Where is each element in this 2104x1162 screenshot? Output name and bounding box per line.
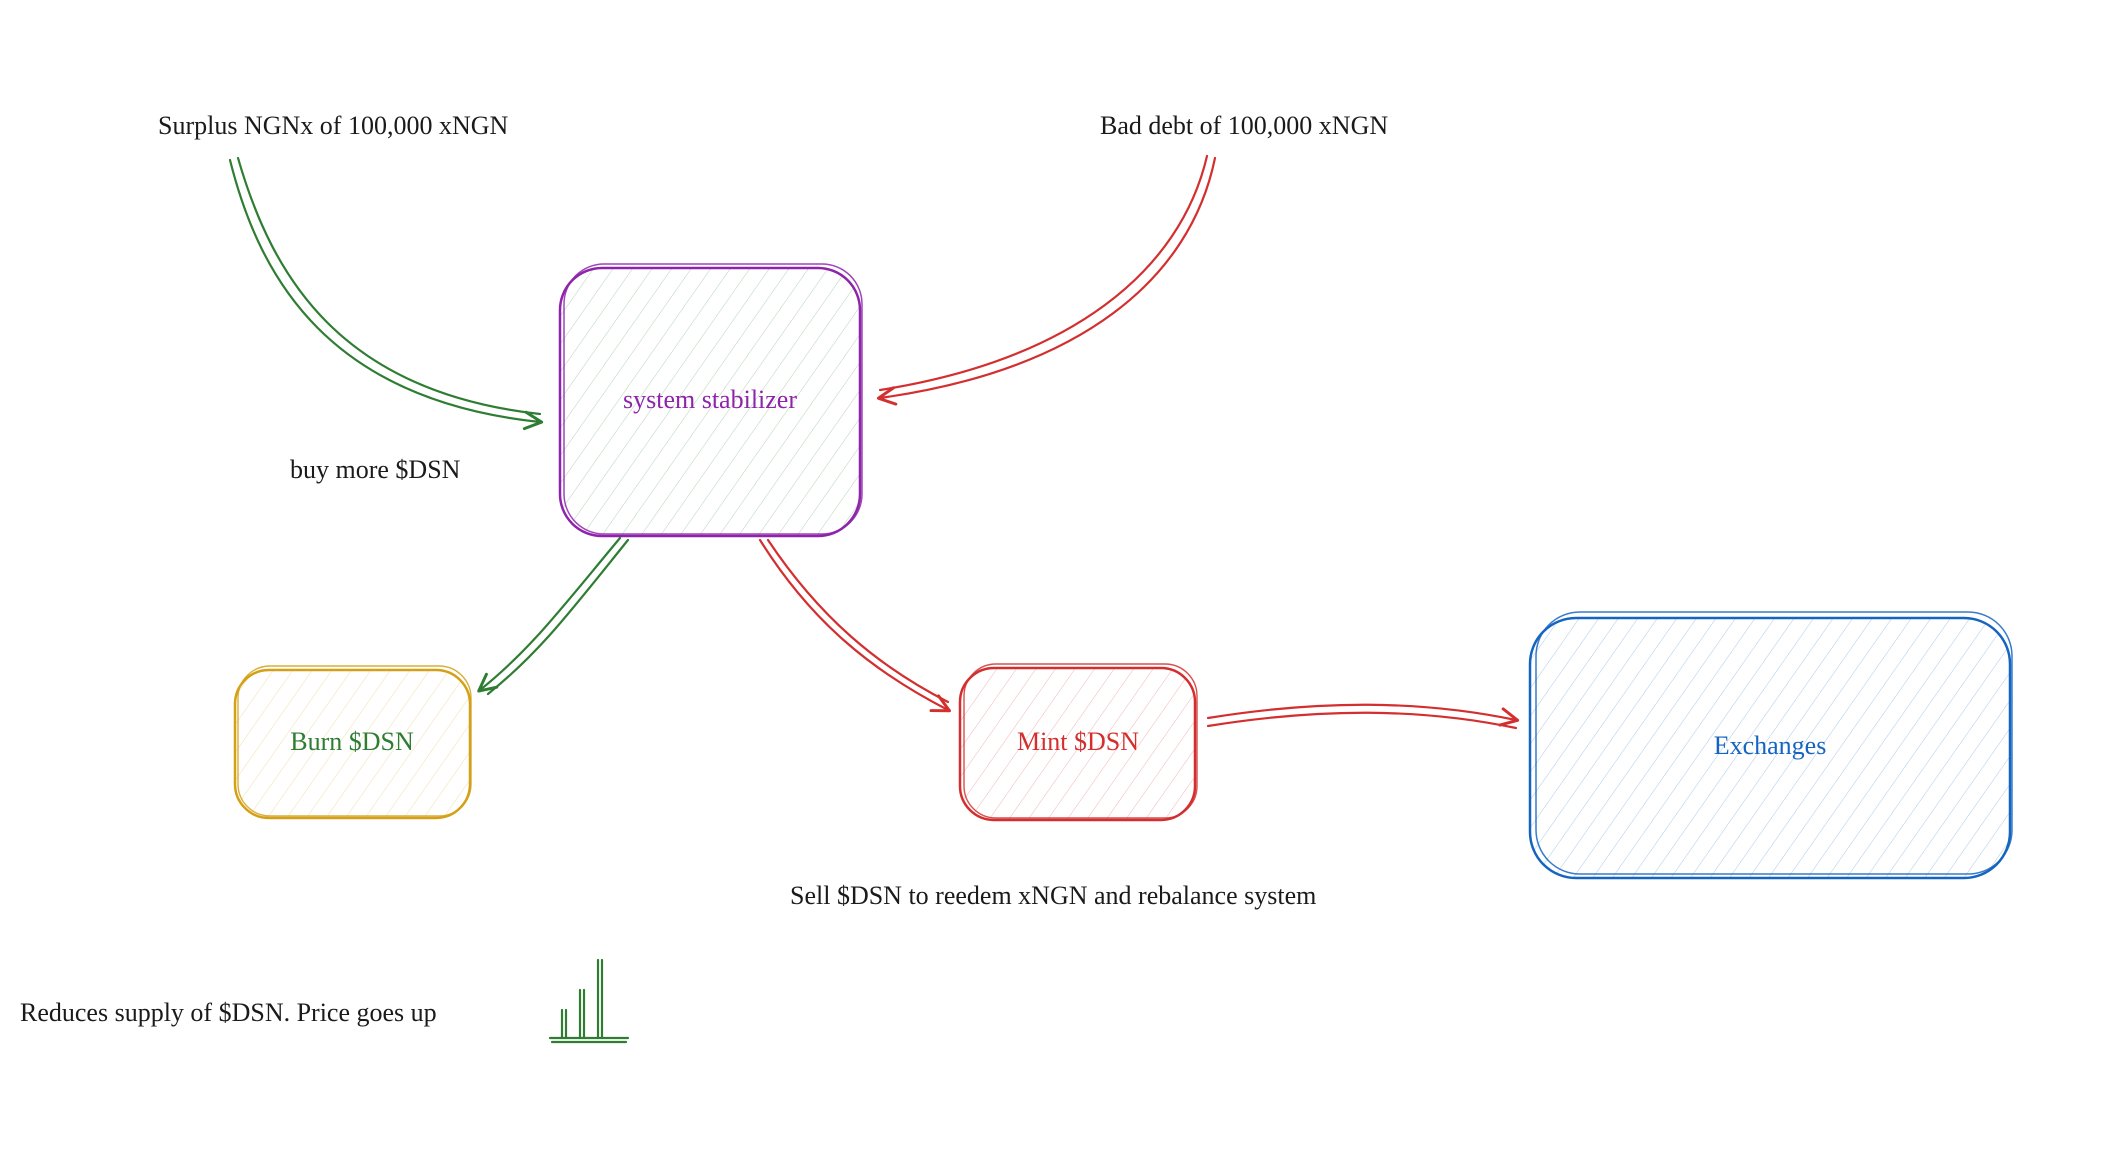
arrow-stabilizer-to-mint bbox=[760, 540, 948, 710]
label-surplus: Surplus NGNx of 100,000 xNGN bbox=[158, 111, 509, 140]
diagram-canvas: system stabilizer Burn $DSN Mint $DSN Ex… bbox=[0, 0, 2104, 1162]
node-system-stabilizer: system stabilizer bbox=[560, 264, 862, 536]
node-mint-dsn: Mint $DSN bbox=[960, 664, 1197, 820]
node-burn-dsn: Burn $DSN bbox=[235, 666, 471, 818]
arrow-stabilizer-to-burn bbox=[480, 538, 628, 694]
node-exchanges: Exchanges bbox=[1530, 612, 2012, 878]
label-system-stabilizer: system stabilizer bbox=[623, 385, 797, 414]
arrow-surplus-to-stabilizer bbox=[230, 158, 540, 422]
label-reduces-supply: Reduces supply of $DSN. Price goes up bbox=[20, 998, 437, 1027]
label-bad-debt: Bad debt of 100,000 xNGN bbox=[1100, 111, 1388, 140]
mini-bar-sketch-icon bbox=[550, 960, 628, 1042]
arrow-mint-to-exchanges bbox=[1208, 705, 1516, 728]
label-buy-more: buy more $DSN bbox=[290, 455, 461, 484]
label-exchanges: Exchanges bbox=[1714, 731, 1827, 760]
arrow-baddebt-to-stabilizer bbox=[880, 156, 1215, 398]
label-sell-dsn: Sell $DSN to reedem xNGN and rebalance s… bbox=[790, 881, 1316, 910]
label-burn-dsn: Burn $DSN bbox=[290, 727, 414, 756]
label-mint-dsn: Mint $DSN bbox=[1017, 727, 1139, 756]
